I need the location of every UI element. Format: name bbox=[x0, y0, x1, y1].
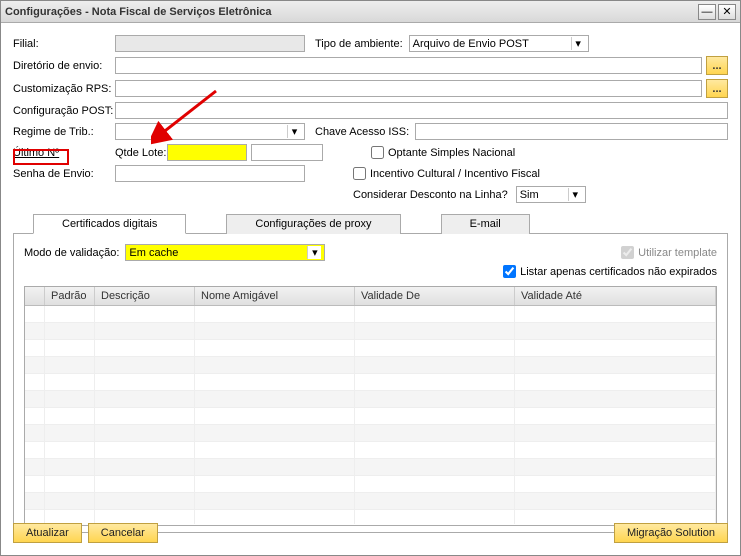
label-regime-trib: Regime de Trib.: bbox=[13, 126, 115, 138]
label-ultimo-no: Último Nº bbox=[13, 147, 69, 159]
minimize-button[interactable]: — bbox=[698, 4, 716, 20]
grid-header-blank bbox=[25, 287, 45, 305]
tipo-ambiente-value: Arquivo de Envio POST bbox=[413, 38, 529, 50]
modo-validacao-select[interactable]: Em cache ▾ bbox=[125, 244, 325, 261]
grid-body bbox=[25, 306, 716, 524]
label-modo-validacao: Modo de validação: bbox=[24, 247, 119, 259]
label-listar-expirados: Listar apenas certificados não expirados bbox=[520, 266, 717, 278]
utilizar-template-checkbox bbox=[621, 246, 634, 259]
tabs: Certificados digitais Configurações de p… bbox=[13, 213, 728, 234]
table-row[interactable] bbox=[25, 306, 716, 323]
grid-header-descricao[interactable]: Descrição bbox=[95, 287, 195, 305]
label-qtde-lote: Qtde Lote: bbox=[115, 147, 167, 159]
incentivo-checkbox[interactable] bbox=[353, 167, 366, 180]
filial-field bbox=[115, 35, 305, 52]
table-row[interactable] bbox=[25, 476, 716, 493]
chevron-down-icon: ▾ bbox=[307, 246, 321, 259]
table-row[interactable] bbox=[25, 391, 716, 408]
label-config-post: Configuração POST: bbox=[13, 105, 115, 117]
table-row[interactable] bbox=[25, 357, 716, 374]
listar-expirados-checkbox[interactable] bbox=[503, 265, 516, 278]
close-icon: ✕ bbox=[722, 5, 731, 18]
config-post-input[interactable] bbox=[115, 102, 728, 119]
table-row[interactable] bbox=[25, 323, 716, 340]
table-row[interactable] bbox=[25, 459, 716, 476]
label-utilizar-template: Utilizar template bbox=[638, 247, 717, 259]
considerar-desconto-value: Sim bbox=[520, 189, 539, 201]
tab-proxy[interactable]: Configurações de proxy bbox=[226, 214, 400, 234]
modo-validacao-value: Em cache bbox=[129, 247, 178, 259]
label-diretorio-envio: Diretório de envio: bbox=[13, 60, 115, 72]
optante-simples-checkbox[interactable] bbox=[371, 146, 384, 159]
tab-email[interactable]: E-mail bbox=[441, 214, 530, 234]
grid-header-padrao[interactable]: Padrão bbox=[45, 287, 95, 305]
label-chave-iss: Chave Acesso ISS: bbox=[305, 126, 415, 138]
window-title: Configurações - Nota Fiscal de Serviços … bbox=[5, 6, 696, 18]
qtde-lote-extra-input[interactable] bbox=[251, 144, 323, 161]
atualizar-button[interactable]: Atualizar bbox=[13, 523, 82, 543]
senha-envio-input[interactable] bbox=[115, 165, 305, 182]
table-row[interactable] bbox=[25, 442, 716, 459]
table-row[interactable] bbox=[25, 408, 716, 425]
cancelar-button[interactable]: Cancelar bbox=[88, 523, 158, 543]
grid-header-nome-amigavel[interactable]: Nome Amigável bbox=[195, 287, 355, 305]
table-row[interactable] bbox=[25, 493, 716, 510]
custom-rps-input[interactable] bbox=[115, 80, 702, 97]
label-optante-simples: Optante Simples Nacional bbox=[388, 147, 515, 159]
browse-rps-button[interactable]: ... bbox=[706, 79, 728, 98]
titlebar: Configurações - Nota Fiscal de Serviços … bbox=[1, 1, 740, 23]
label-senha-envio: Senha de Envio: bbox=[13, 168, 115, 180]
qtde-lote-input[interactable] bbox=[167, 144, 247, 161]
considerar-desconto-select[interactable]: Sim ▾ bbox=[516, 186, 586, 203]
table-row[interactable] bbox=[25, 340, 716, 357]
diretorio-envio-input[interactable] bbox=[115, 57, 702, 74]
close-button[interactable]: ✕ bbox=[718, 4, 736, 20]
tipo-ambiente-select[interactable]: Arquivo de Envio POST ▾ bbox=[409, 35, 589, 52]
chevron-down-icon: ▾ bbox=[568, 188, 582, 201]
label-considerar-desconto: Considerar Desconto na Linha? bbox=[353, 189, 508, 201]
grid-header-validade-de[interactable]: Validade De bbox=[355, 287, 515, 305]
tab-body-certificados: Modo de validação: Em cache ▾ Utilizar t… bbox=[13, 234, 728, 533]
chevron-down-icon: ▾ bbox=[287, 125, 301, 138]
chave-iss-input[interactable] bbox=[415, 123, 728, 140]
table-row[interactable] bbox=[25, 374, 716, 391]
chevron-down-icon: ▾ bbox=[571, 37, 585, 50]
certificados-grid[interactable]: Padrão Descrição Nome Amigável Validade … bbox=[24, 286, 717, 526]
label-filial: Filial: bbox=[13, 38, 115, 50]
tab-certificados[interactable]: Certificados digitais bbox=[33, 214, 186, 234]
table-row[interactable] bbox=[25, 510, 716, 524]
browse-diretorio-button[interactable]: ... bbox=[706, 56, 728, 75]
label-custom-rps: Customização RPS: bbox=[13, 83, 115, 95]
minimize-icon: — bbox=[702, 6, 713, 18]
migracao-button[interactable]: Migração Solution bbox=[614, 523, 728, 543]
grid-header-validade-ate[interactable]: Validade Até bbox=[515, 287, 716, 305]
label-incentivo: Incentivo Cultural / Incentivo Fiscal bbox=[370, 168, 540, 180]
regime-trib-select[interactable]: ▾ bbox=[115, 123, 305, 140]
label-tipo-ambiente: Tipo de ambiente: bbox=[305, 38, 409, 50]
table-row[interactable] bbox=[25, 425, 716, 442]
